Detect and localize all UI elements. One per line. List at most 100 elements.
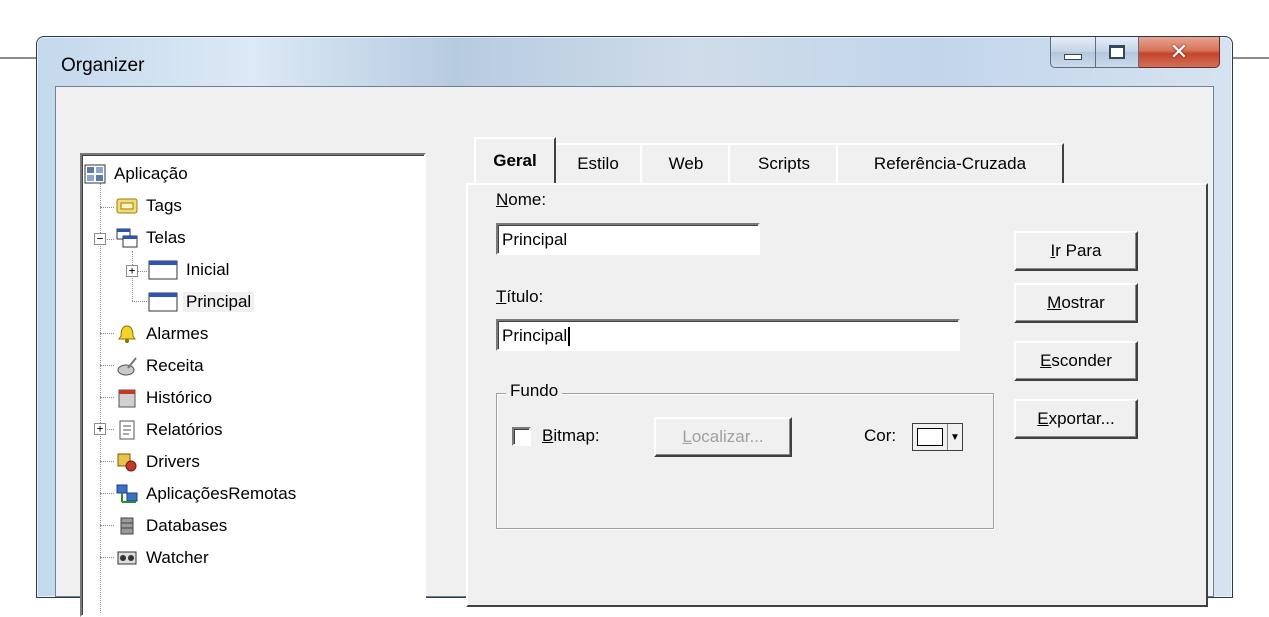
bitmap-label-text: itmap: — [553, 426, 600, 445]
title-label-mnemonic: T — [496, 287, 507, 306]
title-label-text: ítulo: — [506, 287, 544, 306]
tree-item-historico[interactable]: Histórico — [116, 383, 215, 413]
name-input[interactable]: Principal — [496, 223, 760, 255]
minimize-button[interactable] — [1050, 37, 1096, 68]
locate-mnemonic: L — [682, 427, 692, 446]
title-input-value: Principal — [502, 326, 568, 345]
tree-line — [105, 239, 114, 241]
tree-line — [100, 333, 114, 335]
name-label: Nome: — [496, 190, 546, 210]
export-mnemonic: E — [1037, 409, 1049, 428]
bell-icon — [116, 324, 138, 344]
tab-scripts[interactable]: Scripts — [728, 143, 840, 185]
expand-icon[interactable]: + — [94, 423, 106, 435]
tree-line — [132, 301, 147, 303]
tree-line — [100, 461, 114, 463]
tree-line — [100, 365, 114, 367]
background-group-label: Fundo — [506, 381, 563, 401]
tree-item-label: Drivers — [146, 452, 200, 471]
project-tree[interactable]: − + + Aplicação Tags Telas Inicial Princ… — [80, 153, 426, 617]
minimize-icon — [1064, 54, 1082, 60]
tree-item-aplicacoes-remotas[interactable]: AplicaçõesRemotas — [116, 479, 299, 509]
tree-item-aplicacao[interactable]: Aplicação — [84, 159, 191, 189]
tab-web[interactable]: Web — [640, 143, 732, 185]
tree-item-watcher[interactable]: Watcher — [116, 543, 212, 573]
drivers-icon — [116, 452, 138, 472]
organizer-window: Organizer ✕ − + + Aplicação Tags Telas I… — [36, 36, 1233, 617]
database-icon — [116, 516, 138, 536]
tree-item-drivers[interactable]: Drivers — [116, 447, 203, 477]
caption-buttons: ✕ — [1050, 37, 1220, 71]
tree-item-label: Principal — [183, 292, 255, 312]
watcher-icon — [116, 548, 138, 568]
tree-item-databases[interactable]: Databases — [116, 511, 230, 541]
window-icon — [148, 260, 178, 280]
tree-item-relatorios[interactable]: Relatórios — [116, 415, 226, 445]
hide-button[interactable]: Esconder — [1014, 341, 1138, 381]
export-text: xportar... — [1048, 409, 1115, 428]
window-icon — [148, 292, 178, 312]
tree-line — [137, 271, 147, 273]
tree-line — [100, 493, 114, 495]
show-button[interactable]: Mostrar — [1014, 283, 1138, 323]
close-icon: ✕ — [1169, 39, 1189, 65]
locate-button[interactable]: Localizar... — [654, 417, 792, 457]
tree-item-label: Aplicação — [114, 164, 188, 183]
background-line-right — [1228, 57, 1269, 59]
tree-item-alarmes[interactable]: Alarmes — [116, 319, 211, 349]
tree-item-telas[interactable]: Telas — [116, 223, 189, 253]
screens-icon — [116, 228, 138, 248]
tree-item-tags[interactable]: Tags — [116, 191, 185, 221]
locate-text: ocalizar... — [691, 427, 764, 446]
close-button[interactable]: ✕ — [1139, 37, 1220, 68]
title-input[interactable]: Principal — [496, 319, 960, 351]
recipe-icon — [116, 356, 138, 376]
tree-line — [100, 525, 114, 527]
tree-item-label: Databases — [146, 516, 228, 535]
tree-item-receita[interactable]: Receita — [116, 351, 207, 381]
bitmap-label-mnemonic: B — [542, 426, 554, 445]
client-area: − + + Aplicação Tags Telas Inicial Princ… — [55, 86, 1214, 617]
tree-line — [100, 207, 114, 209]
history-icon — [116, 388, 138, 408]
name-label-text: ome: — [508, 190, 547, 209]
name-label-mnemonic: N — [496, 190, 509, 209]
tree-item-label: Alarmes — [146, 324, 209, 343]
bitmap-label[interactable]: Bitmap: — [542, 426, 600, 446]
network-icon — [116, 484, 138, 504]
tree-item-label: AplicaçõesRemotas — [146, 484, 297, 503]
color-picker[interactable]: ▼ — [912, 423, 963, 451]
report-icon — [116, 420, 138, 440]
title-label: Título: — [496, 287, 543, 307]
text-caret — [568, 327, 571, 347]
expand-icon[interactable]: + — [126, 265, 138, 277]
hide-mnemonic: E — [1040, 351, 1052, 370]
bitmap-checkbox[interactable] — [512, 427, 531, 446]
go-to-button[interactable]: Ir Para — [1014, 231, 1138, 271]
tab-geral[interactable]: Geral — [474, 137, 556, 183]
application-icon — [84, 164, 106, 184]
color-label: Cor: — [864, 426, 897, 445]
export-button[interactable]: Exportar... — [1014, 399, 1138, 439]
window-title: Organizer — [61, 55, 145, 76]
tab-referencia-cruzada[interactable]: Referência-Cruzada — [836, 143, 1064, 185]
show-mnemonic: M — [1047, 293, 1062, 312]
tree-item-inicial[interactable]: Inicial — [148, 255, 232, 285]
tab-estilo[interactable]: Estilo — [552, 143, 644, 185]
background-line-left — [0, 57, 40, 59]
collapse-icon[interactable]: − — [94, 233, 106, 245]
tree-item-label: Watcher — [146, 548, 209, 567]
tree-item-label: Telas — [146, 228, 186, 247]
tree-item-label: Receita — [146, 356, 204, 375]
tags-icon — [116, 196, 138, 216]
color-swatch — [917, 428, 943, 446]
go-to-text: r Para — [1055, 241, 1102, 260]
maximize-button[interactable] — [1096, 37, 1139, 68]
tree-line — [105, 429, 114, 431]
show-text: ostrar — [1061, 293, 1105, 312]
tree-item-principal[interactable]: Principal — [148, 287, 255, 317]
tree-item-label: Tags — [146, 196, 182, 215]
tree-item-label: Histórico — [146, 388, 213, 407]
hide-text: sconder — [1051, 351, 1112, 370]
maximize-icon — [1109, 45, 1125, 59]
